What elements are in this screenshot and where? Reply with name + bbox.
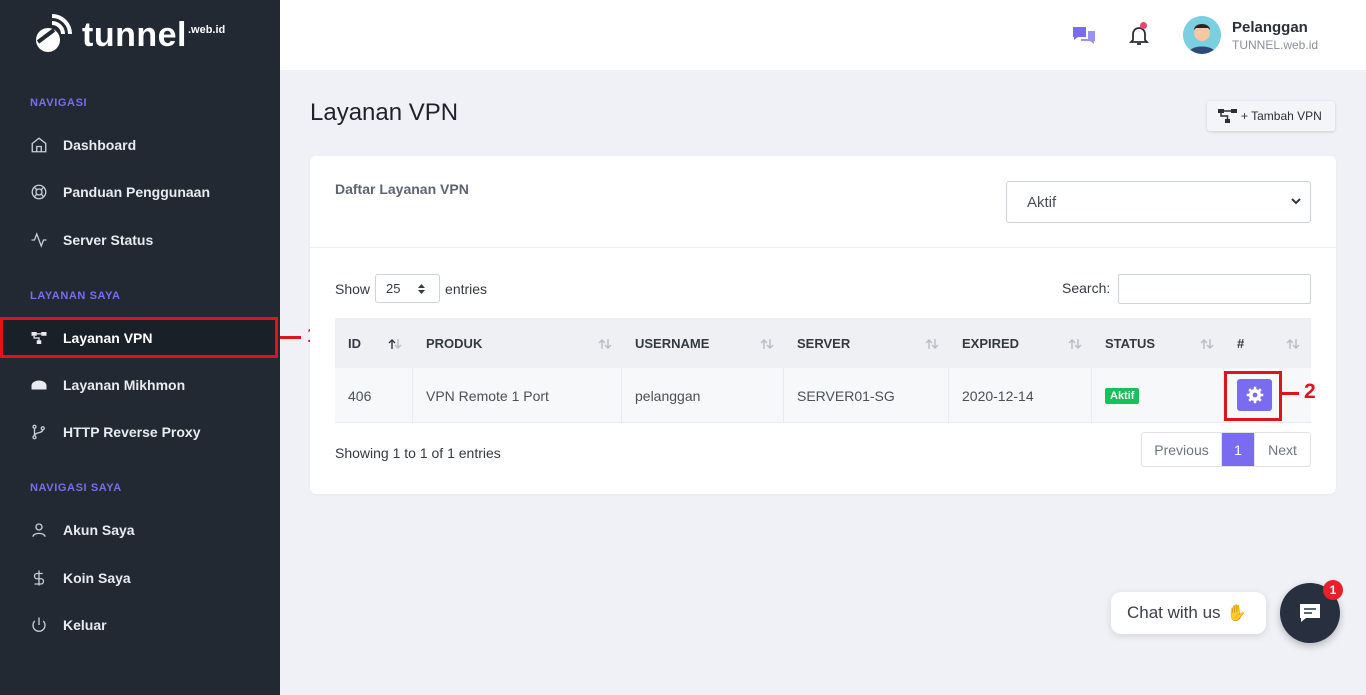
sidebar-item-label: Layanan Mikhmon xyxy=(63,377,186,393)
sidebar-item-layanan-vpn[interactable]: Layanan VPN xyxy=(0,317,278,358)
network-icon xyxy=(31,331,47,344)
user-avatar-icon xyxy=(1183,16,1221,54)
router-icon xyxy=(31,380,47,390)
user-icon xyxy=(32,523,46,537)
sidebar-item-akun-saya[interactable]: Akun Saya xyxy=(30,518,135,542)
entries-label: entries xyxy=(445,280,488,297)
cell-status: Aktif xyxy=(1092,368,1224,423)
table-info: Showing 1 to 1 of 1 entries xyxy=(335,445,501,461)
network-icon xyxy=(1218,109,1237,123)
page-length-select[interactable]: 25 xyxy=(375,274,441,303)
sidebar-item-label: Keluar xyxy=(63,617,107,633)
avatar[interactable] xyxy=(1183,16,1221,54)
cell-username: pelanggan xyxy=(622,368,784,423)
sidebar-item-label: Layanan VPN xyxy=(63,329,153,346)
sidebar-item-label: Dashboard xyxy=(63,137,137,153)
sidebar-item-label: Koin Saya xyxy=(63,570,131,586)
gear-icon xyxy=(1246,386,1263,404)
sidebar-item-panduan[interactable]: Panduan Penggunaan xyxy=(30,180,210,204)
chevron-down-icon xyxy=(1291,198,1301,205)
sidebar-item-label: Akun Saya xyxy=(63,522,135,538)
pagination-next[interactable]: Next xyxy=(1255,433,1310,466)
chat-bubbles-icon[interactable] xyxy=(1071,24,1097,46)
dollar-icon xyxy=(33,570,45,586)
sidebar-item-keluar[interactable]: Keluar xyxy=(30,613,107,637)
table-header: ID PRODUK USERNAME SERVER EXPIRED STATUS… xyxy=(335,318,1311,368)
sort-icon xyxy=(1068,339,1082,349)
sort-asc-icon xyxy=(388,339,402,349)
column-header-produk[interactable]: PRODUK xyxy=(413,318,622,368)
sidebar-item-http-reverse-proxy[interactable]: HTTP Reverse Proxy xyxy=(30,420,200,444)
sort-icon xyxy=(1200,339,1214,349)
sort-icon xyxy=(760,339,774,349)
user-org: TUNNEL.web.id xyxy=(1232,38,1319,52)
home-icon xyxy=(31,137,47,153)
page-length-control: Show 25 entries xyxy=(335,274,487,303)
sort-icon xyxy=(1286,339,1300,349)
cell-expired: 2020-12-14 xyxy=(949,368,1092,423)
brand-logo-link[interactable]: tunnel .web.id xyxy=(30,10,225,60)
cell-server: SERVER01-SG xyxy=(784,368,949,423)
status-badge: Aktif xyxy=(1105,387,1140,404)
add-vpn-button[interactable]: + Tambah VPN xyxy=(1207,101,1335,131)
page-length-value: 25 xyxy=(386,281,401,296)
sidebar-item-label: Panduan Penggunaan xyxy=(63,184,211,200)
nav-heading-layanan-saya: LAYANAN SAYA xyxy=(30,290,121,302)
vpn-list-card: Daftar Layanan VPN Aktif Show 25 entries… xyxy=(310,156,1336,494)
nav-heading-navigasi: NAVIGASI xyxy=(30,97,88,109)
annotation-marker-2: 2 xyxy=(1304,380,1316,403)
sort-icon xyxy=(925,339,939,349)
sidebar-item-server-status[interactable]: Server Status xyxy=(30,228,153,252)
chat-prompt-label: Chat with us xyxy=(1127,603,1221,622)
search-label: Search: xyxy=(1062,280,1111,296)
pagination: Previous 1 Next xyxy=(1141,432,1311,467)
tunnel-logo-icon xyxy=(36,14,72,52)
pagination-previous[interactable]: Previous xyxy=(1142,433,1222,466)
nav-heading-navigasi-saya: NAVIGASI SAYA xyxy=(30,482,122,494)
waving-hand-icon: ✋ xyxy=(1226,605,1247,622)
power-icon xyxy=(32,617,46,632)
activity-icon xyxy=(31,232,47,248)
lifebuoy-icon xyxy=(31,184,47,200)
status-filter-value: Aktif xyxy=(1027,193,1057,211)
search-input[interactable] xyxy=(1118,274,1311,304)
git-branch-icon xyxy=(32,424,45,440)
notification-dot xyxy=(1140,22,1147,29)
annotation-line-1 xyxy=(280,336,301,339)
sidebar-item-label: HTTP Reverse Proxy xyxy=(63,424,201,440)
sidebar-item-koin-saya[interactable]: Koin Saya xyxy=(30,566,131,590)
sidebar-item-layanan-mikhmon[interactable]: Layanan Mikhmon xyxy=(30,373,185,397)
sidebar: tunnel .web.id NAVIGASI Dashboard Pandua… xyxy=(0,0,280,695)
card-header: Daftar Layanan VPN Aktif xyxy=(310,156,1336,248)
sidebar-item-label: Server Status xyxy=(63,232,154,248)
show-label: Show xyxy=(335,280,371,297)
updown-arrow-icon xyxy=(418,284,426,294)
user-name: Pelanggan xyxy=(1232,19,1308,36)
chat-unread-badge: 1 xyxy=(1323,580,1343,600)
add-vpn-label: + Tambah VPN xyxy=(1241,109,1322,123)
status-filter-select[interactable]: Aktif xyxy=(1006,181,1311,223)
cell-id: 406 xyxy=(335,368,413,423)
sort-icon xyxy=(598,339,612,349)
sidebar-item-dashboard[interactable]: Dashboard xyxy=(30,133,136,157)
table-row: 406 VPN Remote 1 Port pelanggan SERVER01… xyxy=(335,368,1311,423)
pagination-page-1[interactable]: 1 xyxy=(1222,433,1255,466)
brand-name: tunnel xyxy=(82,16,187,54)
brand-suffix: .web.id xyxy=(187,24,226,36)
annotation-line-2 xyxy=(1282,392,1299,395)
settings-button[interactable] xyxy=(1237,379,1272,411)
card-title: Daftar Layanan VPN xyxy=(335,181,469,197)
page-title: Layanan VPN xyxy=(310,99,459,126)
chat-prompt[interactable]: Chat with us ✋ xyxy=(1111,592,1266,634)
message-icon xyxy=(1300,604,1320,622)
cell-produk: VPN Remote 1 Port xyxy=(413,368,622,423)
